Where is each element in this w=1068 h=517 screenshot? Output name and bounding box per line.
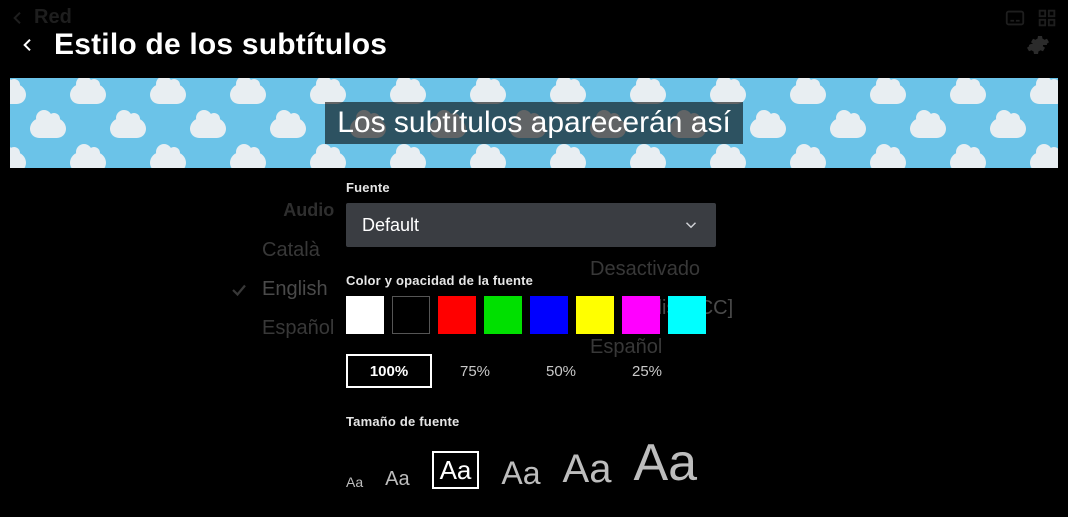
cloud-decoration — [790, 152, 826, 168]
opacity-option[interactable]: 50% — [518, 354, 604, 388]
cloud-decoration — [470, 152, 506, 168]
cloud-decoration — [150, 84, 186, 104]
color-swatch[interactable] — [438, 296, 476, 334]
font-section-label: Fuente — [346, 180, 716, 195]
check-icon — [230, 281, 248, 299]
cloud-decoration — [310, 152, 346, 168]
color-swatch[interactable] — [622, 296, 660, 334]
font-size-option[interactable]: Aa — [432, 451, 480, 489]
cloud-decoration — [470, 84, 506, 104]
color-section-label: Color y opacidad de la fuente — [346, 273, 716, 288]
cloud-decoration — [750, 118, 786, 138]
cloud-decoration — [990, 118, 1026, 138]
font-size-option[interactable]: Aa — [385, 469, 409, 489]
page-title: Estilo de los subtítulos — [54, 28, 387, 62]
cloud-decoration — [550, 152, 586, 168]
color-swatch[interactable] — [392, 296, 430, 334]
page-header: Estilo de los subtítulos — [18, 28, 1050, 62]
chevron-down-icon — [682, 216, 700, 234]
back-button[interactable] — [18, 31, 38, 59]
color-swatch-row — [346, 296, 716, 334]
audio-option: Español — [230, 317, 334, 340]
font-dropdown[interactable]: Default — [346, 203, 716, 247]
cloud-decoration — [390, 84, 426, 104]
font-size-option[interactable]: Aa — [346, 475, 363, 489]
cloud-decoration — [150, 152, 186, 168]
cloud-decoration — [1030, 152, 1058, 168]
cloud-decoration — [630, 152, 666, 168]
cloud-decoration — [550, 84, 586, 104]
cloud-decoration — [870, 152, 906, 168]
cloud-decoration — [630, 84, 666, 104]
cloud-decoration — [310, 84, 346, 104]
cloud-decoration — [10, 152, 26, 168]
opacity-option[interactable]: 100% — [346, 354, 432, 388]
cloud-decoration — [190, 118, 226, 138]
cloud-decoration — [390, 152, 426, 168]
cloud-decoration — [950, 84, 986, 104]
cloud-decoration — [230, 84, 266, 104]
cloud-decoration — [270, 118, 306, 138]
cloud-decoration — [710, 152, 746, 168]
cloud-decoration — [910, 118, 946, 138]
font-size-option[interactable]: Aa — [501, 457, 540, 489]
subtitle-preview: Los subtítulos aparecerán así — [10, 78, 1058, 168]
color-swatch[interactable] — [530, 296, 568, 334]
size-section-label: Tamaño de fuente — [346, 414, 716, 429]
cloud-decoration — [230, 152, 266, 168]
cloud-decoration — [710, 84, 746, 104]
font-dropdown-value: Default — [362, 215, 419, 236]
settings-button[interactable] — [1026, 33, 1050, 57]
color-swatch[interactable] — [484, 296, 522, 334]
color-swatch[interactable] — [346, 296, 384, 334]
font-size-option[interactable]: Aa — [633, 437, 697, 489]
font-size-row: Aa Aa Aa Aa Aa Aa — [346, 437, 716, 489]
opacity-option[interactable]: 25% — [604, 354, 690, 388]
cloud-decoration — [70, 84, 106, 104]
font-size-option[interactable]: Aa — [563, 449, 612, 489]
opacity-option[interactable]: 75% — [432, 354, 518, 388]
subtitle-style-panel: Fuente Default Color y opacidad de la fu… — [346, 180, 716, 489]
audio-option: Català — [230, 239, 334, 262]
cloud-decoration — [830, 118, 866, 138]
cloud-decoration — [1030, 84, 1058, 104]
ghost-title: Red — [34, 6, 72, 29]
cloud-decoration — [70, 152, 106, 168]
cloud-decoration — [110, 118, 146, 138]
subtitle-sample-text: Los subtítulos aparecerán así — [325, 102, 743, 144]
cloud-decoration — [870, 84, 906, 104]
color-swatch[interactable] — [668, 296, 706, 334]
opacity-row: 100%75%50%25% — [346, 354, 716, 388]
cloud-decoration — [950, 152, 986, 168]
cloud-decoration — [790, 84, 826, 104]
audio-heading: Audio — [230, 200, 334, 221]
color-swatch[interactable] — [576, 296, 614, 334]
background-header: Red — [10, 6, 1058, 29]
cloud-decoration — [30, 118, 66, 138]
audio-option: English — [230, 278, 334, 301]
cloud-decoration — [10, 84, 26, 104]
